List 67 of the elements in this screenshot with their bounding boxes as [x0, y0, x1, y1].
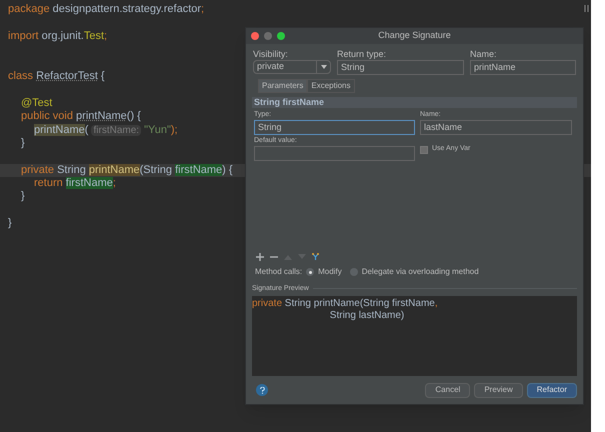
code-token: ; — [104, 30, 108, 42]
text-field[interactable]: printName — [470, 60, 576, 75]
code-token: return — [34, 177, 64, 190]
code-token: printName — [76, 110, 127, 122]
code-token: ( — [84, 124, 90, 136]
code-token: private — [252, 298, 284, 309]
field-label: Name: — [470, 48, 498, 60]
method-calls-label: Method calls: — [255, 266, 302, 278]
code-token: class — [8, 70, 34, 82]
dialog-button[interactable]: Cancel — [425, 382, 470, 398]
tab[interactable]: Exceptions — [307, 79, 354, 93]
dialog-button[interactable]: Preview — [474, 382, 523, 398]
dropdown-value: private — [256, 60, 286, 74]
code-token: public void — [21, 110, 74, 122]
visibility-dropdown[interactable]: private — [253, 60, 331, 74]
code-token: , — [434, 298, 438, 309]
dropdown-arrow-icon — [320, 65, 326, 69]
code-token: "Yun" — [143, 124, 171, 136]
parameter-header: String firstName — [252, 97, 577, 108]
help-button[interactable] — [256, 384, 268, 396]
field-label: Visibility: — [253, 48, 289, 60]
code-token: ; — [201, 3, 204, 15]
code-token: String lastName) — [328, 310, 404, 321]
code-token: @Test — [21, 96, 52, 109]
code-token: printName — [88, 164, 140, 176]
code-token: firstName — [175, 164, 222, 176]
tab[interactable]: Parameters — [258, 79, 308, 93]
code-token: String — [57, 164, 87, 176]
zoom-button[interactable] — [277, 32, 285, 40]
code-token: Test — [84, 30, 104, 42]
code-token: { — [100, 70, 105, 82]
text-field[interactable]: lastName — [420, 120, 572, 135]
code-token: String printName(String firstName — [284, 298, 435, 309]
code-token: firstName — [66, 177, 113, 190]
branch-icon[interactable] — [312, 252, 319, 260]
radio-button[interactable] — [306, 268, 314, 276]
code-token: } — [21, 136, 25, 149]
code-token: ) { — [222, 164, 233, 176]
dialog-button[interactable]: Refactor — [526, 382, 577, 398]
code-token: designpattern.strategy.refactor — [52, 3, 202, 15]
text-field[interactable]: String — [337, 60, 464, 75]
close-button[interactable] — [251, 32, 259, 40]
question-icon — [260, 386, 264, 394]
code-token: ; — [112, 177, 116, 190]
minimize-button[interactable] — [264, 32, 272, 40]
code-token: firstName: — [91, 124, 142, 136]
code-token: private — [21, 164, 56, 176]
code-token: org.junit. — [42, 30, 84, 42]
code-token: printName — [34, 124, 85, 136]
window-title: Change Signature — [378, 29, 451, 42]
code-token: () { — [126, 110, 141, 122]
code-token: } — [8, 217, 12, 230]
checkbox[interactable] — [420, 146, 428, 154]
add-icon[interactable] — [256, 252, 264, 260]
code-token: RefactorTest — [36, 70, 98, 82]
default-value-field[interactable] — [254, 146, 415, 161]
radio-option[interactable]: Modify — [306, 266, 342, 278]
code-token: import — [8, 30, 40, 42]
pause-icon — [584, 5, 589, 12]
code-token: } — [21, 190, 25, 202]
field-label: Return type: — [337, 48, 388, 60]
radio-option[interactable]: Delegate via overloading method — [350, 266, 479, 278]
code-token: package — [8, 3, 51, 15]
radio-button[interactable] — [350, 268, 358, 276]
code-token: (String — [140, 164, 174, 176]
code-token: ); — [170, 124, 178, 136]
text-field[interactable]: String — [254, 120, 415, 135]
